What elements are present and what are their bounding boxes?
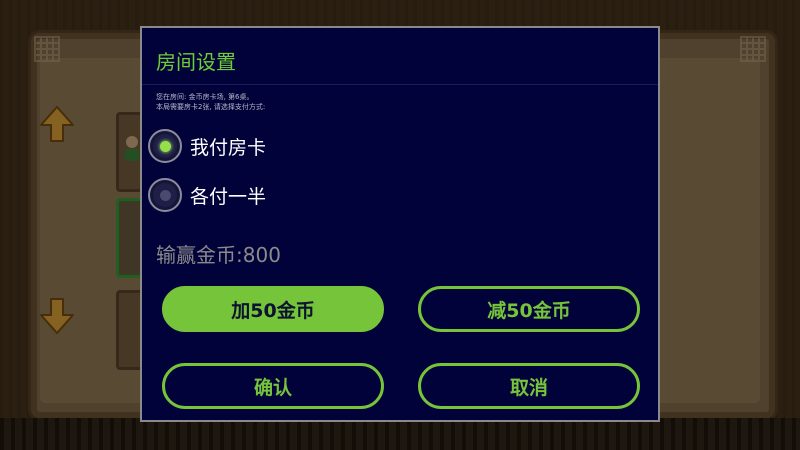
dialog-title: 房间设置 [156,50,236,74]
add-50-coins-button[interactable]: 加50金币 [162,286,384,332]
option-label: 各付一半 [190,185,267,208]
confirm-button[interactable]: 确认 [162,363,384,409]
coin-stake-value: 800 [242,243,281,267]
cancel-button[interactable]: 取消 [418,363,640,409]
room-info-line: 您在房间: 金币房卡场, 第6桌。 [156,93,254,101]
radio-button[interactable] [148,178,182,212]
room-settings-dialog: 房间设置 您在房间: 金币房卡场, 第6桌。 本局需要房卡2张, 请选择支付方式… [140,26,660,422]
option-label: 我付房卡 [190,136,267,159]
room-info-line: 本局需要房卡2张, 请选择支付方式: [156,103,266,111]
coin-stake-readout: 输赢金币:800 [156,239,281,268]
option-split-half[interactable]: 各付一半 [148,176,266,214]
coin-stake-label: 输赢金币 [156,243,236,267]
option-pay-myself[interactable]: 我付房卡 [148,127,266,165]
divider [142,84,658,85]
coin-stake-separator: : [236,243,243,267]
room-info-text: 您在房间: 金币房卡场, 第6桌。 本局需要房卡2张, 请选择支付方式: [156,92,456,112]
subtract-50-coins-button[interactable]: 减50金币 [418,286,640,332]
radio-button[interactable] [148,129,182,163]
radio-unselected-dot [159,189,171,201]
radio-selected-dot [159,140,171,152]
